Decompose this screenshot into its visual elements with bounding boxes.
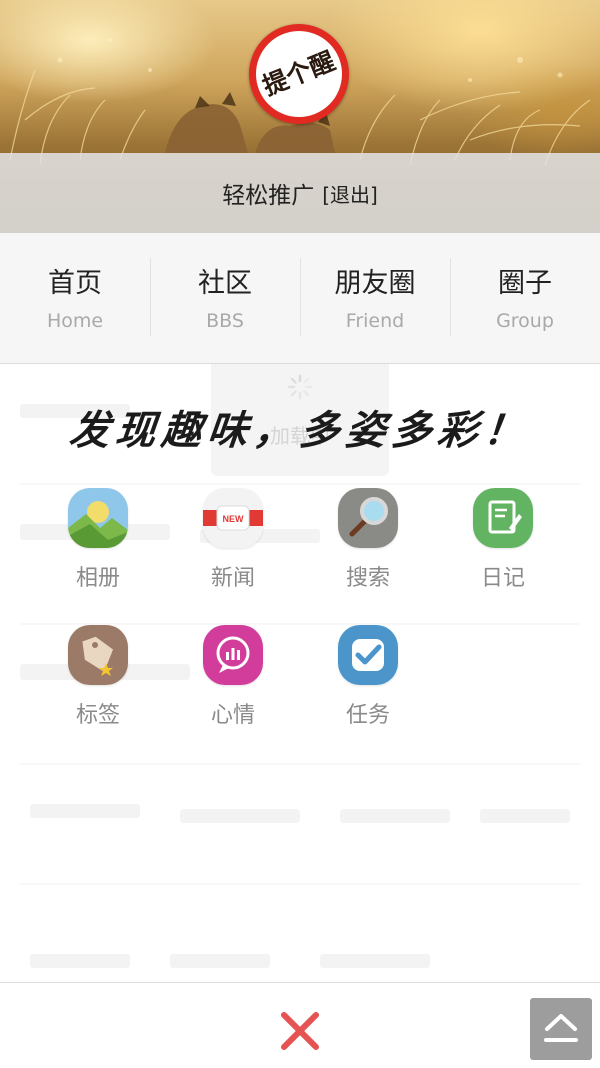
- nav-bbs-label: 社区: [198, 268, 252, 299]
- nav-bbs[interactable]: 社区 BBS: [150, 233, 300, 363]
- chevron-up-icon: [544, 1014, 578, 1042]
- nav-group[interactable]: 圈子 Group: [450, 233, 600, 363]
- app-mood[interactable]: 心情: [165, 625, 301, 735]
- nav-home[interactable]: 首页 Home: [0, 233, 150, 363]
- app-diary[interactable]: 日记: [435, 488, 571, 598]
- nav-home-label: 首页: [48, 268, 102, 299]
- photo-album-icon: [68, 488, 128, 548]
- app-news-label: 新闻: [210, 566, 255, 591]
- app-tag[interactable]: 标签: [30, 625, 166, 735]
- mood-icon: [203, 625, 263, 685]
- user-bar: 轻松推广 [退出]: [0, 153, 600, 233]
- top-navigation: 首页 Home 社区 BBS 朋友圈 Friend 圈子 Group: [0, 233, 600, 364]
- app-album-label: 相册: [75, 566, 120, 591]
- nav-group-label: 圈子: [498, 268, 552, 299]
- app-task-label: 任务: [345, 703, 390, 728]
- svg-text:NEW: NEW: [223, 514, 245, 524]
- bottom-bar: [0, 982, 600, 1068]
- nav-friend-sublabel: Friend: [345, 310, 405, 332]
- nav-group-sublabel: Group: [496, 310, 554, 332]
- app-tag-label: 标签: [75, 703, 120, 728]
- app-album[interactable]: 相册: [30, 488, 166, 598]
- username: 轻松推广: [222, 183, 315, 209]
- search-icon: [338, 488, 398, 548]
- app-search-label: 搜索: [345, 566, 390, 591]
- app-news[interactable]: NEW 新闻: [165, 488, 301, 598]
- app-diary-label: 日记: [480, 566, 525, 591]
- nav-friend[interactable]: 朋友圈 Friend: [300, 233, 450, 363]
- nav-friend-label: 朋友圈: [334, 268, 416, 299]
- news-icon: NEW: [203, 488, 263, 548]
- app-mood-label: 心情: [210, 703, 255, 728]
- task-icon: [338, 625, 398, 685]
- close-icon: [281, 1012, 319, 1050]
- tag-icon: [68, 625, 128, 685]
- close-button[interactable]: [276, 1007, 324, 1055]
- back-to-top-button[interactable]: [530, 998, 592, 1060]
- app-panel: 加载中 发现趣味，多姿多彩！ 相册 NEW 新闻 搜索 日记 标签 心情 任务: [0, 364, 600, 982]
- nav-home-sublabel: Home: [46, 310, 104, 332]
- logout-link[interactable]: [退出]: [322, 179, 378, 208]
- loading-spinner-icon: [287, 374, 313, 400]
- reminder-stamp-logo[interactable]: 提个醒: [249, 24, 349, 124]
- app-task[interactable]: 任务: [300, 625, 436, 735]
- nav-bbs-sublabel: BBS: [206, 310, 244, 332]
- slogan: 发现趣味，多姿多彩！: [67, 407, 533, 454]
- profile-banner: 提个醒 轻松推广 [退出]: [0, 0, 600, 233]
- app-search[interactable]: 搜索: [300, 488, 436, 598]
- diary-icon: [473, 488, 533, 548]
